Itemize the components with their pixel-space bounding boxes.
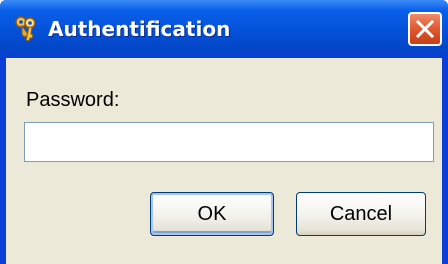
close-button[interactable] — [408, 12, 442, 46]
cancel-button[interactable]: Cancel — [296, 192, 426, 236]
auth-dialog: Authentification Password: OK Cancel — [0, 0, 448, 264]
password-input[interactable] — [24, 122, 434, 162]
password-label: Password: — [26, 89, 120, 111]
close-icon — [415, 19, 435, 39]
keys-icon — [12, 15, 40, 43]
ok-button[interactable]: OK — [150, 192, 274, 236]
title-bar[interactable]: Authentification — [0, 0, 448, 58]
dialog-body: Password: OK Cancel — [6, 58, 442, 264]
dialog-title: Authentification — [48, 17, 231, 41]
